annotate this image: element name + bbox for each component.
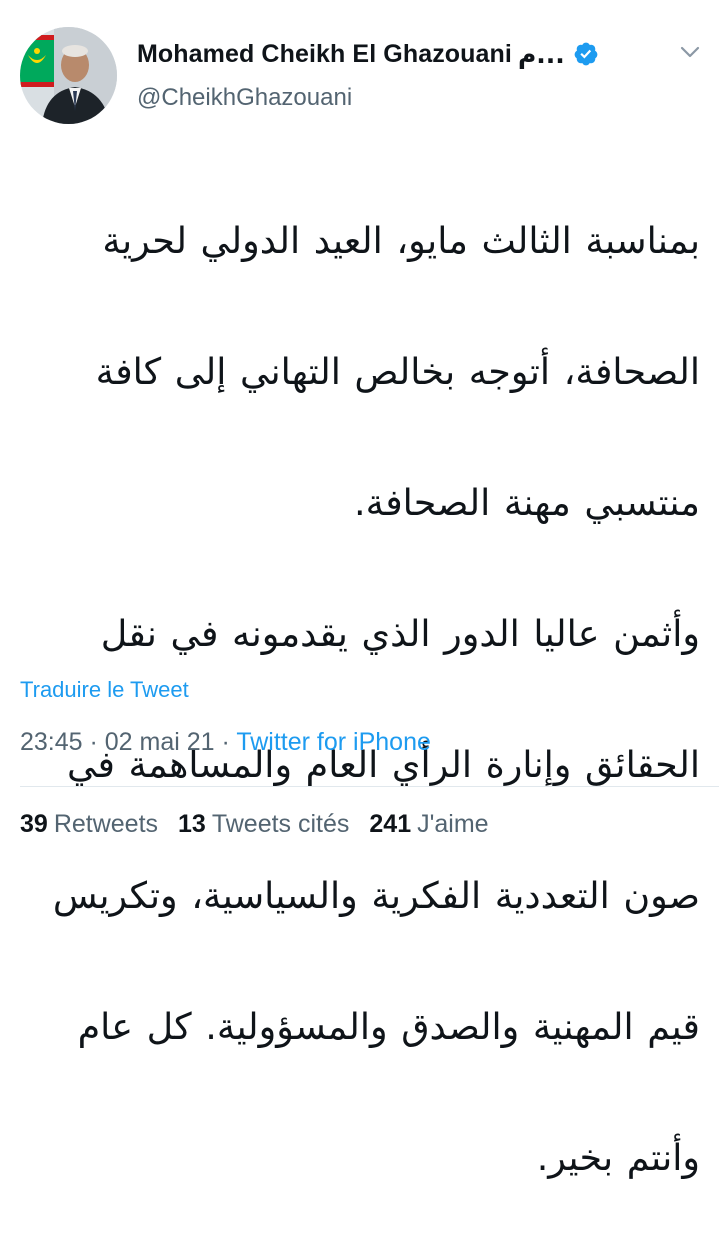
- tweet-date[interactable]: 02 mai 21: [105, 728, 215, 756]
- chevron-down-icon[interactable]: [678, 40, 702, 64]
- meta-separator: ·: [214, 728, 237, 756]
- likes-stat[interactable]: 241 J'aime: [369, 810, 488, 839]
- likes-label: J'aime: [417, 810, 489, 838]
- tweet-detail: Mohamed Cheikh El Ghazouani م... @Cheikh…: [0, 0, 719, 1179]
- tweet-text-line: منتسبي مهنة الصحافة.: [354, 480, 700, 524]
- display-name[interactable]: Mohamed Cheikh El Ghazouani: [137, 40, 512, 69]
- retweets-count: 39: [20, 810, 48, 838]
- avatar-image: [20, 27, 117, 124]
- tweet-text-line: الصحافة، أتوجه بخالص التهاني إلى كافة: [95, 349, 700, 393]
- tweet-text-line: صون التعددية الفكرية والسياسية، وتكريس: [52, 873, 700, 917]
- tweet-stats: 39 Retweets 13 Tweets cités 241 J'aime: [20, 810, 509, 839]
- tweet-text-line: وأنتم بخير.: [536, 1135, 700, 1179]
- tweet-source-link[interactable]: Twitter for iPhone: [236, 728, 431, 756]
- tweet-header: Mohamed Cheikh El Ghazouani م... @Cheikh…: [0, 0, 719, 140]
- verified-badge-icon: [573, 41, 599, 67]
- likes-count: 241: [369, 810, 412, 838]
- tweet-text-line: وأثمن عاليا الدور الذي يقدمونه في نقل: [100, 611, 700, 655]
- translate-tweet-link[interactable]: Traduire le Tweet: [20, 677, 189, 703]
- quote-tweets-stat[interactable]: 13 Tweets cités: [178, 810, 349, 839]
- display-name-suffix: م...: [517, 39, 565, 69]
- quote-tweets-count: 13: [178, 810, 206, 838]
- name-row: Mohamed Cheikh El Ghazouani م...: [137, 36, 599, 72]
- tweet-meta: 23:45 · 02 mai 21 · Twitter for iPhone: [20, 728, 431, 757]
- tweet-text-line: بمناسبة الثالث مايو، العيد الدولي لحرية: [102, 218, 700, 262]
- avatar[interactable]: [20, 27, 117, 124]
- tweet-text-line: قيم المهنية والصدق والمسؤولية. كل عام: [77, 1004, 700, 1048]
- tweet-time[interactable]: 23:45: [20, 728, 83, 756]
- meta-separator: ·: [82, 728, 105, 756]
- retweets-label: Retweets: [53, 810, 159, 838]
- quote-tweets-label: Tweets cités: [211, 810, 350, 838]
- user-handle[interactable]: @CheikhGhazouani: [137, 84, 352, 112]
- retweets-stat[interactable]: 39 Retweets: [20, 810, 158, 839]
- divider: [20, 786, 719, 787]
